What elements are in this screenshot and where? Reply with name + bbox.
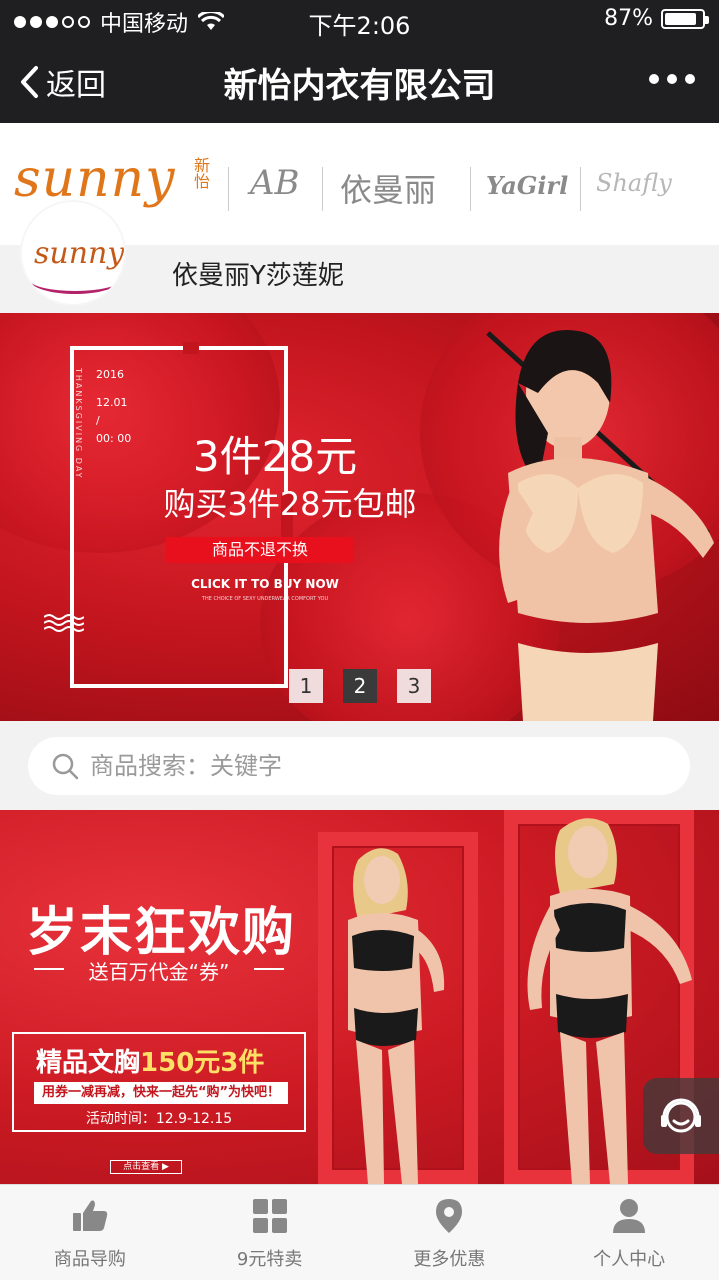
location-pin-icon xyxy=(436,1199,463,1233)
status-right: 87% xyxy=(604,6,709,31)
carousel-pager: 1 2 3 xyxy=(289,669,431,703)
search-section xyxy=(0,721,719,810)
white-frame-top xyxy=(70,346,286,350)
more-dot-icon xyxy=(649,74,659,84)
battery-icon xyxy=(661,8,709,29)
pager-dot-1[interactable]: 1 xyxy=(289,669,323,703)
status-bar: 中国移动 下午2:06 87% xyxy=(0,0,719,40)
divider xyxy=(228,167,229,211)
headset-icon xyxy=(661,1098,701,1133)
promo-subtitle: 送百万代金“券” xyxy=(34,956,284,985)
divider xyxy=(470,167,471,211)
model-photo xyxy=(486,330,714,721)
battery-percent: 87% xyxy=(604,6,653,31)
promo-title: 岁末狂欢购 xyxy=(26,903,297,963)
brand-shafly: Shafly xyxy=(596,169,672,197)
promo-offer: 精品文胸150元3件 xyxy=(36,1042,264,1079)
search-icon xyxy=(52,753,79,780)
tab-label: 商品导购 xyxy=(53,1249,126,1270)
nav-bar: 返回 新怡内衣有限公司 xyxy=(0,40,719,123)
promo-dates: 活动时间：12.9-12.15 xyxy=(85,1111,233,1127)
sunny-logo: sunny xyxy=(14,149,176,209)
avatar-swoosh xyxy=(30,266,120,294)
tab-more-deals[interactable]: 更多优惠 xyxy=(360,1185,540,1280)
tab-label: 个人中心 xyxy=(593,1249,666,1270)
pager-dot-2[interactable]: 2 xyxy=(343,669,377,703)
tab-label: 9元特卖 xyxy=(236,1249,303,1270)
view-details-button[interactable]: 点击查看 ▶ xyxy=(110,1160,182,1174)
pager-dot-3[interactable]: 3 xyxy=(397,669,431,703)
holiday-promo-banner[interactable]: 岁末狂欢购 送百万代金“券” 精品文胸150元3件 用券一减再减，快来一起先“购… xyxy=(0,810,719,1184)
date-year: 2016 xyxy=(96,368,124,381)
thumbs-up-icon xyxy=(72,1200,108,1231)
tab-user-center[interactable]: 个人中心 xyxy=(539,1185,719,1280)
promo-description: 用券一减再减，快来一起先“购”为快吧！ xyxy=(34,1082,288,1104)
model-photo-left xyxy=(348,848,445,1184)
search-input[interactable] xyxy=(90,752,650,780)
banner-cta: CLICK IT TO BUY NOW xyxy=(191,577,339,591)
top-bar: 中国移动 下午2:06 87% 返回 新怡内衣有限公司 xyxy=(0,0,719,123)
banner-headline: 3件28元 xyxy=(192,432,358,481)
wave-icon xyxy=(44,614,84,632)
date-time: 00: 00 xyxy=(96,432,132,445)
page-title: 新怡内衣有限公司 xyxy=(223,66,496,106)
tab-product-guide[interactable]: 商品导购 xyxy=(0,1185,180,1280)
grid-icon xyxy=(252,1199,287,1233)
promo-box: 精品文胸150元3件 用券一减再减，快来一起先“购”为快吧！ 活动时间：12.9… xyxy=(12,1032,306,1132)
customer-service-button[interactable] xyxy=(643,1078,719,1154)
banner-date: 2016 12.01 / 00: 00 xyxy=(96,361,131,453)
promo-offer-highlight: 150元3件 xyxy=(140,1048,265,1078)
divider xyxy=(322,167,323,211)
promo-carousel[interactable]: THANKSGIVING DAY 2016 12.01 / 00: 00 3件2… xyxy=(0,313,719,721)
search-bar[interactable] xyxy=(28,737,690,795)
shop-avatar[interactable]: sunny xyxy=(20,200,126,306)
tab-nine-yuan-sale[interactable]: 9元特卖 xyxy=(180,1185,360,1280)
brand-yimanli: 依曼丽 xyxy=(340,171,437,209)
banner-cta-sub: THE CHOICE OF SEXY UNDERWEAR COMFORT YOU xyxy=(201,596,329,602)
brand-yagirl: YaGirl xyxy=(486,171,569,200)
date-sep: / xyxy=(96,414,100,427)
divider xyxy=(580,167,581,211)
banner-subhead: 购买3件28元包邮 xyxy=(163,485,417,523)
bottom-tab-bar: 商品导购 9元特卖 更多优惠 个人中心 xyxy=(0,1184,719,1280)
brand-ab: AB xyxy=(250,163,300,203)
banner-tag: 商品不退不换 xyxy=(166,537,354,563)
sunny-logo-suffix: 新怡 xyxy=(191,157,210,189)
tab-label: 更多优惠 xyxy=(413,1249,486,1270)
user-icon xyxy=(613,1199,646,1233)
promo-offer-prefix: 精品文胸 xyxy=(36,1048,141,1078)
frame-gap xyxy=(183,342,199,354)
more-options-button[interactable] xyxy=(649,74,695,84)
date-day: 12.01 xyxy=(96,396,128,409)
shop-name: 依曼丽Y莎莲妮 xyxy=(172,261,344,291)
vertical-caption: THANKSGIVING DAY xyxy=(74,368,83,480)
